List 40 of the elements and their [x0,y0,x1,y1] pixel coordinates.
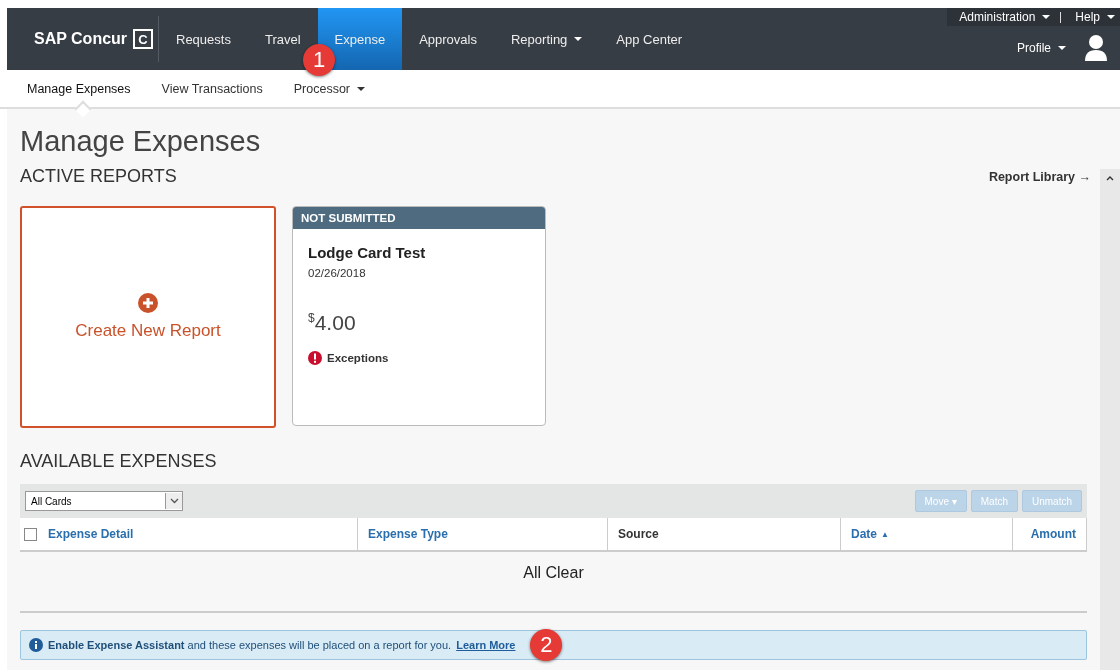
report-library-link[interactable]: Report Library → [988,169,1091,184]
scrollbar[interactable] [1100,169,1120,670]
card-filter-dropdown[interactable]: All Cards [25,491,183,511]
section-heading: AVAILABLE EXPENSES [20,451,218,472]
logo[interactable]: SAP Concur C [7,16,159,62]
callout-tooltip: 1 [303,44,335,76]
column-header[interactable]: Source [618,527,659,541]
exceptions-label: Exceptions [327,352,389,364]
report-date: 02/26/2018 [308,267,367,279]
menu-link[interactable]: Help [1075,10,1115,24]
report-name: Lodge Card Test [308,244,427,261]
section-heading: ACTIVE REPORTS [20,166,177,187]
report-amount: $^{$}$4.00 [308,311,357,335]
menu-link[interactable]: Administration [959,10,1051,24]
empty-message: All Clear [522,563,585,583]
info-icon [29,638,43,652]
plus-icon [138,293,158,313]
report-status: NOT SUBMITTED [293,207,545,229]
column-header[interactable]: Amount [1030,527,1076,541]
banner-text: Enable Expense Assistant and these expenses will be placed on a report for you. [48,639,452,651]
column-header[interactable]: Date [851,527,877,541]
subnav-tab[interactable]: View Transactions [154,70,279,107]
nav-tab[interactable]: Requests [159,8,248,70]
nav-tab[interactable]: Approvals [402,8,494,70]
exclamation-icon [308,351,322,365]
profile-menu[interactable]: Profile [1017,41,1066,55]
scroll-up-icon[interactable] [1106,175,1114,181]
nav-tab[interactable]: Reporting [493,8,600,70]
learn-more-link[interactable]: Learn More [456,639,516,651]
create-report-card[interactable]: Create New Report [20,206,276,428]
column-header[interactable]: Expense Detail [48,527,134,541]
page-title: Manage Expenses [20,124,262,159]
user-avatar-icon[interactable] [1084,34,1108,62]
sort-indicator: ▲ [881,529,889,539]
select-all-checkbox[interactable] [24,527,37,541]
column-header[interactable]: Expense Type [368,527,448,541]
report-card[interactable]: NOT SUBMITTED Lodge Card Test 02/26/2018 $^{$}$4.00 Exceptions [292,206,546,426]
callout-marker: 2 [530,629,563,661]
chevron-down-icon [169,498,179,504]
nav-tab[interactable]: App Center [599,8,700,70]
